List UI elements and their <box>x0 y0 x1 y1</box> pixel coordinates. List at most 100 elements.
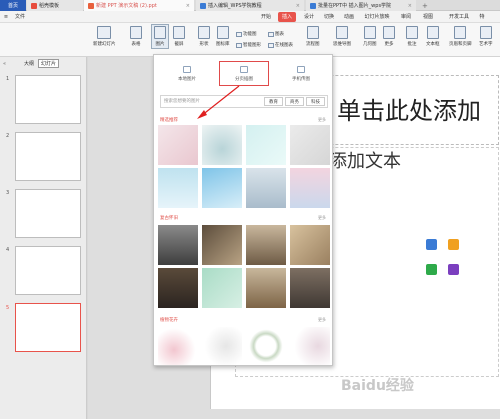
featured-image-blue-sky[interactable] <box>202 168 242 208</box>
flowchart-icon <box>306 26 319 39</box>
close-tab-icon[interactable]: × <box>408 3 412 9</box>
menu-design[interactable]: 设计 <box>301 12 317 22</box>
retro-image-wall[interactable] <box>290 268 330 308</box>
menu-review[interactable]: 审阅 <box>398 12 414 22</box>
wps-icon <box>310 2 316 9</box>
slide-thumbnail[interactable] <box>15 189 81 238</box>
comment-icon <box>406 26 418 39</box>
retro-image-tv[interactable] <box>246 268 286 308</box>
panel-collapse-icon[interactable]: « <box>3 61 6 67</box>
outline-tab[interactable]: 大纲 <box>24 60 34 67</box>
function-chart-button[interactable]: 功能图 <box>236 31 257 37</box>
close-tab-icon[interactable]: × <box>296 3 300 9</box>
menu-slideshow[interactable]: 幻灯片放映 <box>362 12 392 22</box>
category-retro: 复古怀旧 <box>160 216 178 221</box>
retro-image-room[interactable] <box>202 225 242 265</box>
ppt-icon <box>88 2 94 9</box>
menu-view[interactable]: 视图 <box>420 12 436 22</box>
menu-animation[interactable]: 动画 <box>341 12 357 22</box>
menu-transition[interactable]: 切换 <box>321 12 337 22</box>
chart-button[interactable]: 图表 <box>268 31 284 37</box>
split-insert-icon <box>240 65 248 73</box>
featured-image-pastel-sky[interactable] <box>290 168 330 208</box>
local-picture-icon <box>183 65 191 73</box>
insert-picture-icon[interactable] <box>426 239 437 250</box>
wps-icon <box>200 2 206 9</box>
retro-image-arch[interactable] <box>246 225 286 265</box>
local-picture-button[interactable]: 本地图片 <box>162 61 212 86</box>
tag-education[interactable]: 教育 <box>264 97 283 106</box>
more-featured-link[interactable]: 更多 <box>318 117 326 123</box>
flower-image-leaves[interactable] <box>290 327 330 365</box>
retro-image-green-room[interactable] <box>202 268 242 308</box>
flowchart-button[interactable]: 流程图 <box>306 26 320 47</box>
featured-image-mist[interactable] <box>246 168 286 208</box>
slide-thumbnail[interactable] <box>15 132 81 181</box>
smartart-button[interactable]: 智能图形 <box>236 42 261 48</box>
flower-image-wreath[interactable] <box>246 327 286 365</box>
featured-image-cyan[interactable] <box>246 125 286 165</box>
flower-image-branch[interactable] <box>202 327 242 365</box>
retro-image-train[interactable] <box>158 268 198 308</box>
menu-developer[interactable]: 开发工具 <box>446 12 472 22</box>
wordart-button[interactable]: 艺术字 <box>479 26 493 47</box>
insert-video-icon[interactable] <box>448 264 459 275</box>
online-chart-icon <box>268 42 274 48</box>
split-insert-button[interactable]: 分页插图 <box>219 61 269 86</box>
smartart-icon <box>236 42 242 48</box>
menu-start[interactable]: 开始 <box>258 12 274 22</box>
retro-image-paper[interactable] <box>290 225 330 265</box>
featured-image-blue-water[interactable] <box>158 168 198 208</box>
new-tab-button[interactable]: + <box>418 0 430 11</box>
category-featured: 精选推荐 <box>160 118 178 123</box>
tag-tech[interactable]: 科技 <box>306 97 325 106</box>
slide-number: 4 <box>6 247 10 253</box>
geometry-icon <box>363 26 376 39</box>
featured-image-pink[interactable] <box>158 125 198 165</box>
daoke-icon <box>31 2 37 9</box>
phone-transfer-button[interactable]: 手机传图 <box>276 61 326 86</box>
tab-daoke[interactable]: 稻壳模板 <box>27 0 83 11</box>
icon-library-button[interactable]: 图标库 <box>216 26 230 47</box>
tag-business[interactable]: 商务 <box>285 97 304 106</box>
comment-button[interactable]: 批注 <box>406 26 418 47</box>
hamburger-icon[interactable]: ≡ <box>3 12 9 22</box>
insert-chart-icon[interactable] <box>448 239 459 250</box>
tab-wps-tutorial[interactable]: 插入编辑_WPS学院教程 × <box>196 0 304 11</box>
insert-table-icon[interactable] <box>426 264 437 275</box>
tab-home[interactable]: 首页 <box>0 0 26 11</box>
tab-ppt-document[interactable]: 新建 PPT 演示文稿 (2).ppt × <box>84 0 194 11</box>
online-chart-button[interactable]: 在线图表 <box>268 42 293 48</box>
tab-batch-insert[interactable]: 批量在PPT中 插入图片_wps学院 × <box>306 0 416 11</box>
slide-number: 2 <box>6 133 10 139</box>
table-button[interactable]: 表格 <box>130 26 142 47</box>
title-placeholder[interactable]: 单击此处添加 <box>337 91 481 126</box>
textbox-button[interactable]: 文本框 <box>426 26 440 47</box>
more-button[interactable]: 更多 <box>383 26 395 47</box>
shape-button[interactable]: 形状 <box>198 26 210 47</box>
featured-image-ink-wash[interactable] <box>202 125 242 165</box>
slide-thumbnail-selected[interactable] <box>15 303 81 352</box>
picture-dropdown-panel: 本地图片 分页插图 手机传图 搜索您想要的图片 教育 商务 科技 精选推荐 更多… <box>153 54 333 366</box>
close-tab-icon[interactable]: × <box>186 3 190 9</box>
wordart-icon <box>479 26 492 39</box>
mindmap-icon <box>336 26 348 39</box>
flower-image-blossom[interactable] <box>158 327 198 365</box>
more-flowers-link[interactable]: 更多 <box>318 317 326 323</box>
featured-image-gray[interactable] <box>290 125 330 165</box>
screenshot-button[interactable]: 截屏 <box>173 26 185 47</box>
slide-thumbnail[interactable] <box>15 75 81 124</box>
more-retro-link[interactable]: 更多 <box>318 215 326 221</box>
new-slide-button[interactable]: 新建幻灯片 <box>93 26 116 47</box>
picture-button[interactable]: 图片 <box>151 24 169 49</box>
mindmap-button[interactable]: 思维导图 <box>333 26 351 47</box>
retro-image-ruins[interactable] <box>158 225 198 265</box>
menu-insert[interactable]: 插入 <box>278 12 296 22</box>
icon-library-icon <box>216 26 229 39</box>
menu-file[interactable]: 文件 <box>11 12 29 22</box>
slides-tab[interactable]: 幻灯片 <box>38 59 60 68</box>
slide-thumbnail[interactable] <box>15 246 81 295</box>
header-footer-button[interactable]: 页眉和页脚 <box>449 26 472 47</box>
menu-special[interactable]: 特 <box>477 12 487 22</box>
geometry-button[interactable]: 几何图 <box>363 26 377 47</box>
